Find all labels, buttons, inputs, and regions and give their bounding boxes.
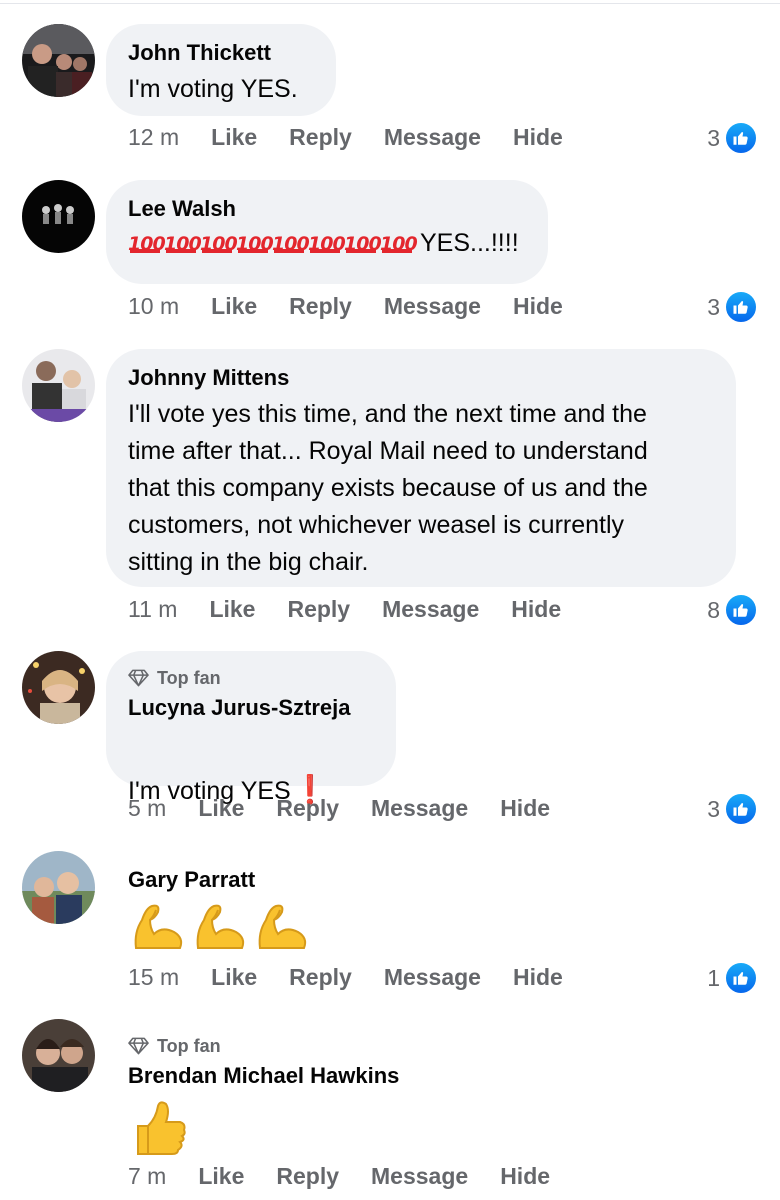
comment-bubble: Johnny Mittens I'll vote yes this time, … <box>106 349 736 587</box>
timestamp[interactable]: 5 m <box>128 795 166 822</box>
comment-bubble: Top fan Lucyna Jurus-Sztreja I'm voting … <box>106 651 396 805</box>
thumbs-up-emoji <box>128 1098 504 1158</box>
like-button[interactable]: Like <box>198 795 244 822</box>
reaction-count[interactable]: 3 <box>707 290 758 324</box>
comment-actions: 10 m Like Reply Message Hide <box>128 293 595 320</box>
message-button[interactable]: Message <box>384 293 481 320</box>
reply-button[interactable]: Reply <box>289 964 352 991</box>
reply-button[interactable]: Reply <box>289 124 352 151</box>
hide-button[interactable]: Hide <box>513 964 563 991</box>
avatar[interactable] <box>22 651 95 724</box>
comment-actions: 5 m Like Reply Message Hide <box>128 795 582 822</box>
thumbs-up-icon <box>724 593 758 627</box>
timestamp[interactable]: 10 m <box>128 293 179 320</box>
comment-text: I'm voting YES. <box>128 75 298 103</box>
commenter-name[interactable]: John Thickett <box>128 39 314 67</box>
timestamp[interactable]: 11 m <box>128 596 177 623</box>
reaction-number: 1 <box>707 964 720 991</box>
commenter-name[interactable]: Lee Walsh <box>128 195 526 223</box>
hide-button[interactable]: Hide <box>500 1163 550 1190</box>
timestamp[interactable]: 7 m <box>128 1163 166 1190</box>
comment-text-tail: YES...!!!! <box>420 229 519 257</box>
thumbs-up-icon <box>724 290 758 324</box>
thumbs-up-icon <box>724 961 758 995</box>
avatar[interactable] <box>22 24 95 97</box>
diamond-icon <box>128 669 149 687</box>
thumbs-up-icon <box>724 121 758 155</box>
commenter-name[interactable]: Johnny Mittens <box>128 364 714 392</box>
reaction-count[interactable]: 1 <box>707 961 758 995</box>
top-divider <box>0 3 780 4</box>
reaction-count[interactable]: 3 <box>707 792 758 826</box>
comment-actions: 15 m Like Reply Message Hide <box>128 964 595 991</box>
flexed-biceps-emoji <box>128 898 384 958</box>
commenter-name[interactable]: Gary Parratt <box>128 866 384 894</box>
reaction-count[interactable]: 3 <box>707 121 758 155</box>
reaction-number: 3 <box>707 795 720 822</box>
hide-button[interactable]: Hide <box>511 596 561 623</box>
reaction-number: 3 <box>707 124 720 151</box>
reaction-number: 3 <box>707 293 720 320</box>
commenter-name[interactable]: Lucyna Jurus-Sztreja <box>128 694 374 722</box>
top-fan-badge[interactable]: Top fan <box>128 666 374 690</box>
diamond-icon <box>128 1037 149 1055</box>
avatar[interactable] <box>22 349 95 422</box>
comment-bubble: Lee Walsh 100 100 100 100 100 100 100 100 YES.… <box>106 180 548 284</box>
comment-text: 100 100 100 100 100 100 100 100 YES...!!!! <box>128 229 526 258</box>
timestamp[interactable]: 15 m <box>128 964 179 991</box>
reply-button[interactable]: Reply <box>276 795 339 822</box>
avatar[interactable] <box>22 180 95 253</box>
comment-bubble: Gary Parratt <box>106 851 406 958</box>
top-fan-label: Top fan <box>157 1036 221 1056</box>
comment-text: I'll vote yes this time, and the next ti… <box>128 400 648 576</box>
reply-button[interactable]: Reply <box>276 1163 339 1190</box>
timestamp[interactable]: 12 m <box>128 124 179 151</box>
reaction-number: 8 <box>707 596 720 623</box>
hide-button[interactable]: Hide <box>513 124 563 151</box>
thumbs-up-icon <box>724 792 758 826</box>
avatar[interactable] <box>22 851 95 924</box>
message-button[interactable]: Message <box>371 1163 468 1190</box>
comment-actions: 11 m Like Reply Message Hide <box>128 596 593 623</box>
comment-actions: 7 m Like Reply Message Hide <box>128 1163 582 1190</box>
top-fan-label: Top fan <box>157 668 221 688</box>
reaction-count[interactable]: 8 <box>707 593 758 627</box>
like-button[interactable]: Like <box>211 293 257 320</box>
comment-bubble: John Thickett I'm voting YES. <box>106 24 336 116</box>
hundred-points-emoji: 100 100 100 100 100 100 100 100 <box>128 232 418 255</box>
hide-button[interactable]: Hide <box>500 795 550 822</box>
commenter-name[interactable]: Brendan Michael Hawkins <box>128 1062 504 1090</box>
like-button[interactable]: Like <box>209 596 255 623</box>
message-button[interactable]: Message <box>384 964 481 991</box>
reply-button[interactable]: Reply <box>287 596 350 623</box>
top-fan-badge[interactable]: Top fan <box>128 1034 504 1058</box>
message-button[interactable]: Message <box>384 124 481 151</box>
message-button[interactable]: Message <box>371 795 468 822</box>
like-button[interactable]: Like <box>211 964 257 991</box>
avatar[interactable] <box>22 1019 95 1092</box>
comment-actions: 12 m Like Reply Message Hide <box>128 124 595 151</box>
message-button[interactable]: Message <box>382 596 479 623</box>
hide-button[interactable]: Hide <box>513 293 563 320</box>
comment-bubble: Top fan Brendan Michael Hawkins <box>106 1019 526 1158</box>
like-button[interactable]: Like <box>198 1163 244 1190</box>
reply-button[interactable]: Reply <box>289 293 352 320</box>
like-button[interactable]: Like <box>211 124 257 151</box>
